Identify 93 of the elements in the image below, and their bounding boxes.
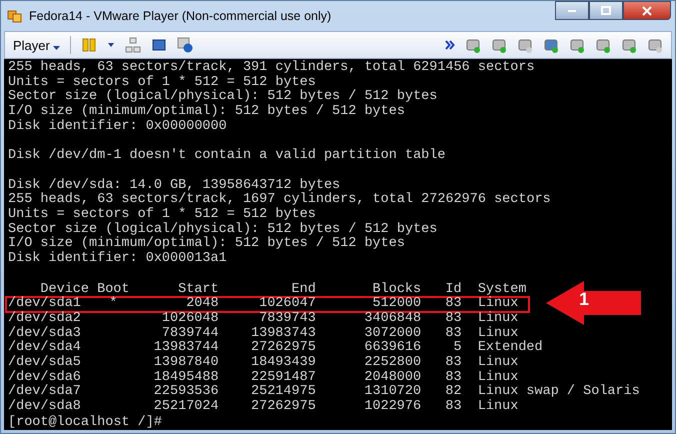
close-icon — [642, 6, 652, 16]
column-header: Device — [40, 282, 89, 296]
table-cell-text: 1310720 — [363, 385, 422, 400]
table-cell-text: Linux swap / Solaris — [478, 385, 640, 400]
column-header: End — [290, 282, 316, 297]
maximize-icon — [601, 6, 611, 16]
table-cell-text: /dev/sda7 — [8, 385, 82, 400]
table-cell-text: 18493439 — [250, 356, 316, 371]
table-cell-text: 3406848 — [363, 312, 422, 327]
terminal-line: 255 heads, 63 sectors/track, 391 cylinders, total 6291456 sectors — [8, 61, 536, 75]
table-cell-text: 27262975 — [250, 341, 316, 356]
table-cell-text: 22593536 — [152, 385, 219, 400]
player-menu[interactable]: Player — [13, 38, 60, 52]
table-cell-text: /dev/sda2 — [8, 312, 82, 326]
table-cell-text: Linux — [478, 370, 518, 385]
table-cell-text: Linux — [478, 312, 518, 326]
table-cell-text: 22591487 — [250, 370, 316, 385]
terminal-line: Units = sectors of 1 * 512 = 512 bytes — [8, 208, 317, 222]
table-cell-text: Extended — [478, 341, 543, 356]
column-header: Id — [444, 282, 462, 297]
terminal-line: Units = sectors of 1 * 512 = 512 bytes — [8, 76, 316, 90]
device-icon[interactable] — [647, 37, 663, 53]
column-header: Blocks — [372, 282, 422, 297]
terminal-line: Disk /dev/sda: 14.0 GB, 13958643712 bytes — [8, 178, 340, 193]
table-cell: Linux — [478, 400, 518, 415]
table-cell-text: Linux — [478, 356, 518, 370]
more-icon[interactable] — [445, 40, 455, 50]
device-icon[interactable] — [517, 37, 533, 53]
column-header: System — [478, 282, 526, 296]
table-cell-text: 25217024 — [152, 400, 219, 415]
terminal-line: Disk identifier: 0x00000000 — [8, 120, 228, 135]
table-cell-text: 13983744 — [152, 341, 219, 356]
info-icon[interactable] — [177, 37, 194, 53]
table-cell-text: 83 — [444, 326, 462, 341]
table-cell-text: 83 — [444, 297, 462, 312]
table-cell-text: 5 — [452, 341, 462, 356]
table-cell-text: 7839744 — [160, 326, 219, 341]
table-cell-text: 83 — [444, 356, 462, 371]
window-title: Fedora14 - VMware Player (Non-commercial use only) — [29, 9, 332, 23]
table-cell-text: 6639616 — [363, 341, 422, 356]
table-cell-text: 25214975 — [250, 385, 316, 400]
minimize-button[interactable] — [555, 1, 589, 20]
table-cell-text: 2048 — [185, 297, 219, 312]
device-icon[interactable] — [491, 37, 507, 53]
table-cell-text: 13987840 — [152, 356, 219, 371]
table-cell-text: /dev/sda5 — [8, 356, 82, 370]
shell-prompt: [root@localhost /]# — [8, 416, 163, 430]
terminal-line: I/O size (minimum/optimal): 512 bytes / 512 bytes — [8, 105, 406, 120]
table-cell-text: 13983743 — [250, 326, 316, 341]
table-cell-text: /dev/sda1 — [8, 297, 82, 312]
table-cell-text: /dev/sda6 — [8, 370, 82, 385]
caret-icon — [53, 46, 60, 50]
table-cell-text: 2048000 — [363, 370, 422, 385]
column-header: Start — [177, 282, 219, 297]
callout-number: 1 — [579, 288, 590, 310]
device-icon[interactable] — [543, 37, 559, 53]
table-cell-text: /dev/sda8 — [8, 400, 82, 415]
column-header: Boot — [96, 282, 130, 296]
table-cell-text: 1026047 — [258, 297, 316, 312]
device-icon[interactable] — [465, 37, 481, 53]
table-cell-text: /dev/sda4 — [8, 341, 82, 356]
table-cell-text: Linux — [478, 297, 518, 312]
table-cell-text: 83 — [444, 370, 462, 385]
maximize-button[interactable] — [589, 1, 623, 20]
table-cell-text: 512000 — [372, 297, 422, 312]
fullscreen-icon[interactable] — [151, 37, 168, 53]
table-cell-text: * — [108, 297, 118, 312]
minimize-icon — [568, 10, 576, 12]
table-cell-text: 82 — [444, 385, 462, 400]
table-cell-text: 1026048 — [160, 312, 219, 327]
close-button[interactable] — [623, 1, 671, 20]
terminal-line: Disk identifier: 0x000013a1 — [8, 252, 228, 267]
table-cell-text: /dev/sda3 — [8, 326, 82, 341]
device-icon[interactable] — [621, 37, 637, 53]
table-cell-text: 7839743 — [258, 312, 316, 327]
table-cell-text: 83 — [444, 312, 462, 327]
terminal-line: I/O size (minimum/optimal): 512 bytes / 512 bytes — [8, 237, 406, 252]
terminal-line: Disk /dev/dm-1 doesn't contain a valid partition table — [8, 149, 446, 164]
device-icon[interactable] — [595, 37, 611, 53]
terminal-line: Sector size (logical/physical): 512 bytes / 512 bytes — [8, 222, 438, 237]
table-cell-text: 83 — [444, 400, 462, 415]
pause-icon[interactable] — [81, 37, 98, 53]
table-cell-text: Linux — [478, 326, 518, 341]
table-cell-text: 1022976 — [363, 400, 422, 415]
device-icon[interactable] — [569, 37, 585, 53]
table-cell-text: 18495488 — [152, 370, 219, 385]
app-icon — [7, 8, 23, 24]
table-cell-text: 3072000 — [363, 326, 422, 341]
terminal-line: 255 heads, 63 sectors/track, 1697 cylinders, total 27262976 sectors — [8, 193, 552, 208]
table-cell-text: 27262975 — [250, 400, 316, 415]
terminal-line: Sector size (logical/physical): 512 bytes / 512 bytes — [8, 90, 438, 104]
table-cell-text: 2252800 — [363, 356, 422, 371]
network-icon[interactable] — [125, 37, 142, 53]
